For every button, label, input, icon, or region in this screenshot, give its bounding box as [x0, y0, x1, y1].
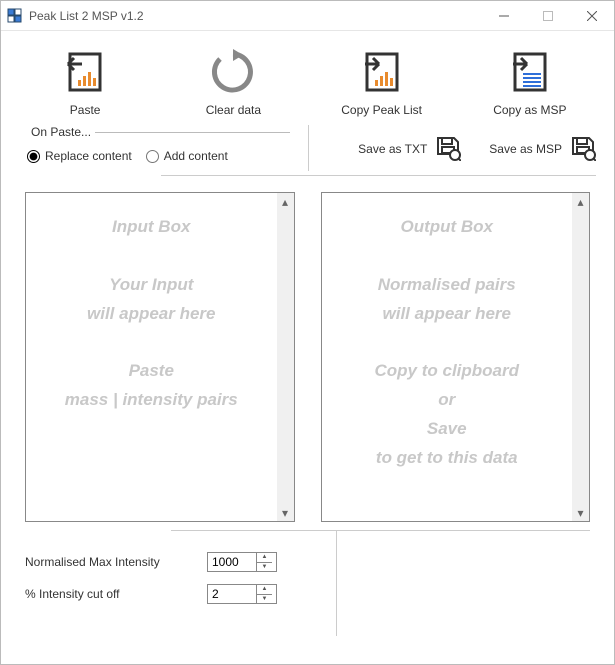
- scroll-down-icon[interactable]: ▾: [572, 504, 589, 521]
- step-up-icon[interactable]: ▲: [257, 585, 272, 595]
- save-msp-label: Save as MSP: [489, 142, 562, 156]
- copy-peak-list-button[interactable]: Copy Peak List: [308, 49, 456, 117]
- output-placeholder: Output Box Normalised pairs will appear …: [322, 193, 573, 521]
- radio-add-input[interactable]: [146, 150, 159, 163]
- intensity-cutoff-label: % Intensity cut off: [25, 587, 195, 601]
- input-placeholder: Input Box Your Input will appear here Pa…: [26, 193, 277, 521]
- output-textbox[interactable]: Output Box Normalised pairs will appear …: [321, 192, 591, 522]
- save-txt-label: Save as TXT: [358, 142, 427, 156]
- radio-replace-content[interactable]: Replace content: [27, 149, 132, 163]
- divider: [336, 530, 337, 636]
- close-button[interactable]: [570, 1, 614, 31]
- copy-msp-icon: [505, 49, 555, 95]
- input-textbox[interactable]: Input Box Your Input will appear here Pa…: [25, 192, 295, 522]
- paste-label: Paste: [70, 103, 101, 117]
- scroll-track[interactable]: [572, 210, 589, 504]
- norm-max-intensity-label: Normalised Max Intensity: [25, 555, 195, 569]
- minimize-button[interactable]: [482, 1, 526, 31]
- save-icon: [570, 135, 596, 164]
- intensity-cutoff-spinner[interactable]: ▲ ▼: [207, 584, 277, 604]
- radio-replace-label: Replace content: [45, 149, 132, 163]
- clear-label: Clear data: [206, 103, 261, 117]
- clear-data-button[interactable]: Clear data: [159, 49, 307, 117]
- paste-button[interactable]: Paste: [11, 49, 159, 117]
- radio-add-content[interactable]: Add content: [146, 149, 228, 163]
- scroll-up-icon[interactable]: ▴: [277, 193, 294, 210]
- step-down-icon[interactable]: ▼: [257, 595, 272, 604]
- copy-peak-label: Copy Peak List: [341, 103, 422, 117]
- save-as-txt-button[interactable]: Save as TXT: [358, 131, 461, 167]
- radio-replace-input[interactable]: [27, 150, 40, 163]
- window-title: Peak List 2 MSP v1.2: [29, 9, 482, 23]
- app-icon: [7, 8, 23, 24]
- norm-max-intensity-input[interactable]: [208, 553, 256, 571]
- scroll-down-icon[interactable]: ▾: [277, 504, 294, 521]
- param-row-norm: Normalised Max Intensity ▲ ▼: [25, 552, 590, 572]
- clear-icon: [208, 49, 258, 95]
- save-icon: [435, 135, 461, 164]
- title-bar: Peak List 2 MSP v1.2: [1, 1, 614, 31]
- copy-msp-label: Copy as MSP: [493, 103, 566, 117]
- scrollbar[interactable]: ▴ ▾: [572, 193, 589, 521]
- on-paste-group: On Paste... Replace content Add content: [27, 125, 290, 163]
- scroll-track[interactable]: [277, 210, 294, 504]
- parameters-panel: Normalised Max Intensity ▲ ▼ % Intensity…: [1, 530, 614, 626]
- radio-add-label: Add content: [164, 149, 228, 163]
- step-down-icon[interactable]: ▼: [257, 563, 272, 572]
- maximize-button: [526, 1, 570, 31]
- toolbar: Paste Clear data Copy Peak List: [1, 31, 614, 125]
- paste-icon: [60, 49, 110, 95]
- textboxes-row: Input Box Your Input will appear here Pa…: [1, 176, 614, 530]
- on-paste-legend: On Paste...: [27, 125, 95, 139]
- copy-as-msp-button[interactable]: Copy as MSP: [456, 49, 604, 117]
- norm-max-intensity-spinner[interactable]: ▲ ▼: [207, 552, 277, 572]
- copy-peak-icon: [357, 49, 407, 95]
- scrollbar[interactable]: ▴ ▾: [277, 193, 294, 521]
- scroll-up-icon[interactable]: ▴: [572, 193, 589, 210]
- step-up-icon[interactable]: ▲: [257, 553, 272, 563]
- save-as-msp-button[interactable]: Save as MSP: [489, 131, 596, 167]
- options-row: On Paste... Replace content Add content …: [1, 125, 614, 171]
- intensity-cutoff-input[interactable]: [208, 585, 256, 603]
- param-row-cutoff: % Intensity cut off ▲ ▼: [25, 584, 590, 604]
